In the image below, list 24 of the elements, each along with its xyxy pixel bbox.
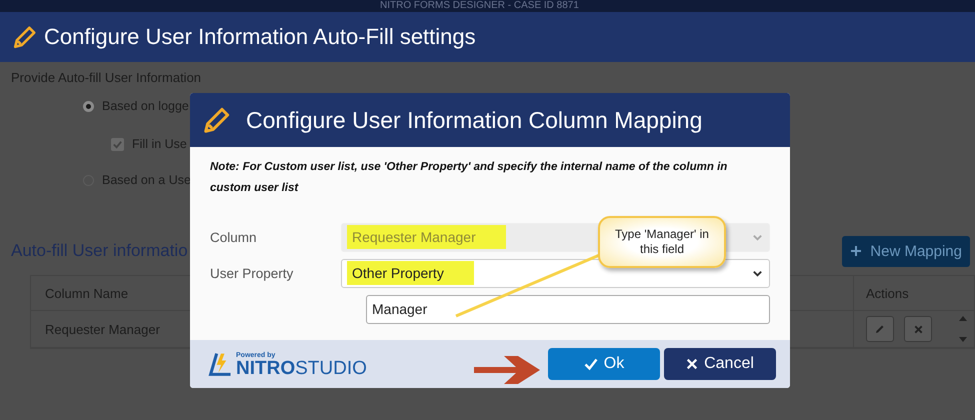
close-icon [912, 324, 924, 334]
pencil-icon [874, 323, 886, 335]
checkbox[interactable] [111, 138, 124, 150]
close-icon [686, 358, 698, 370]
arrow-icon [472, 354, 542, 386]
dialog-title: Configure User Information Column Mapping [246, 106, 702, 134]
pencil-icon [202, 105, 232, 135]
field-label: Column [210, 230, 258, 244]
radio-button[interactable] [83, 100, 94, 112]
scroll-arrows-icon[interactable] [958, 314, 968, 344]
cancel-button[interactable]: Cancel [664, 348, 776, 380]
callout-tooltip: Type 'Manager' in this field [598, 216, 726, 268]
edit-button[interactable] [866, 316, 894, 342]
delete-button[interactable] [904, 316, 932, 342]
app-title: NITRO FORMS DESIGNER - CASE ID 8871 [380, 0, 579, 12]
input-field[interactable]: Manager [366, 294, 770, 324]
new-mapping-button[interactable]: New Mapping [842, 236, 970, 266]
pencil-icon [12, 24, 38, 50]
page-title: Configure User Information Auto-Fill settings [44, 24, 476, 50]
plus-icon [850, 245, 862, 257]
note-text: Note: For Custom user list, use 'Other Property' and specify the internal name of the column in custom user list [210, 160, 728, 196]
field-label: User Property [210, 266, 294, 280]
checkmark-icon [584, 357, 598, 371]
ok-button[interactable]: Ok [548, 348, 660, 380]
